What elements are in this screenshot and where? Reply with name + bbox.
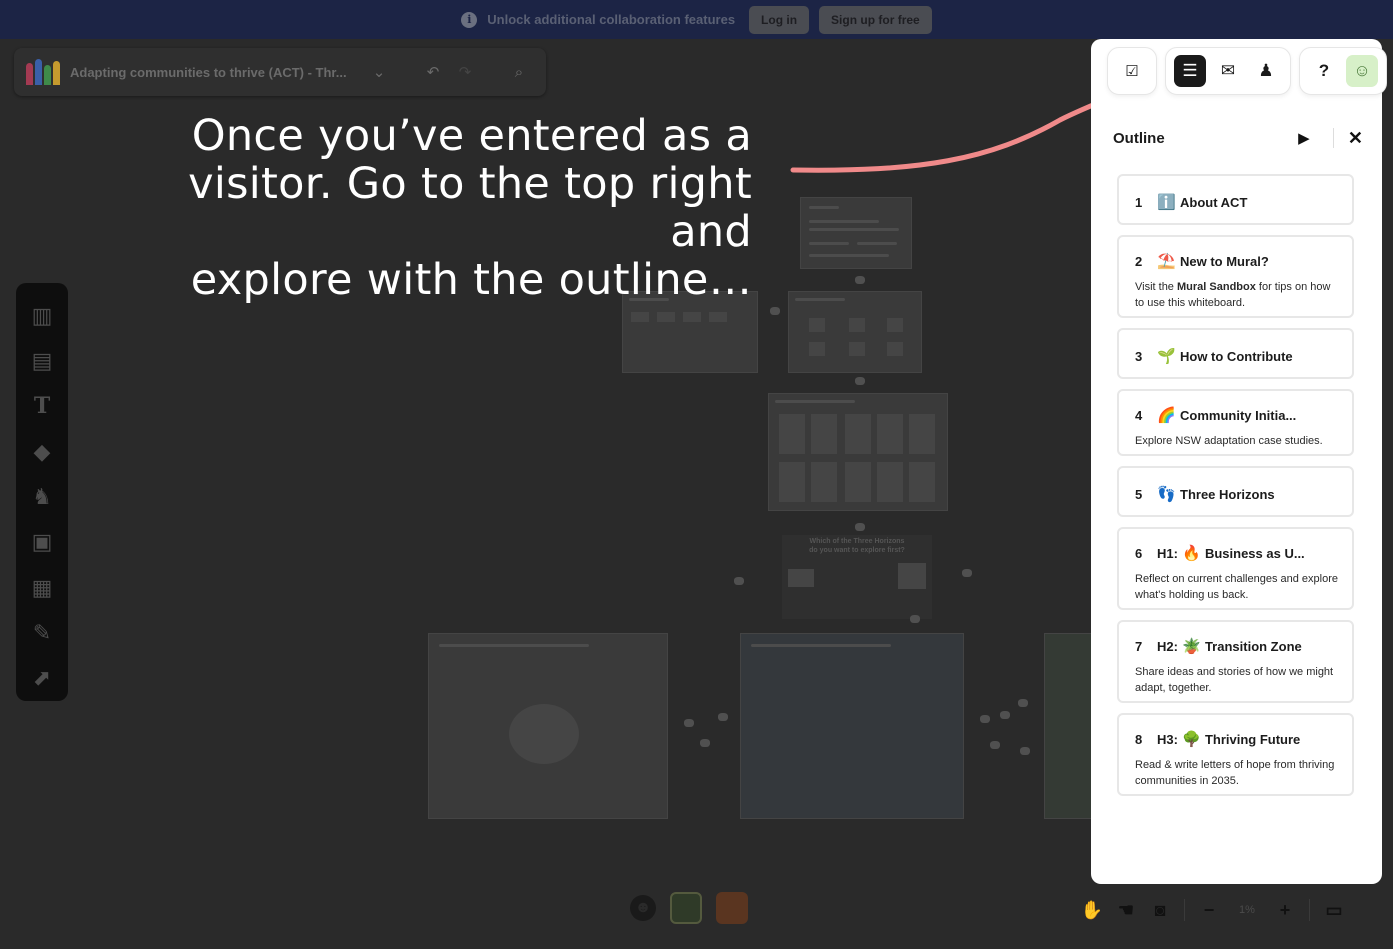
pen-icon[interactable]: ✎ <box>22 610 62 655</box>
chevron-down-icon[interactable]: ⌄ <box>368 63 390 81</box>
mural-title[interactable]: Adapting communities to thrive (ACT) - T… <box>70 65 358 80</box>
shapes-icon[interactable]: ◆ <box>22 429 62 474</box>
minimap-icon[interactable]: ▭ <box>1320 896 1348 924</box>
text-icon[interactable]: T <box>22 384 62 429</box>
panel-toolbar: ☑ ☰ ✉ ♟ ? ☺ <box>1107 47 1387 95</box>
avatar[interactable] <box>670 892 702 924</box>
outline-item[interactable]: 1 ℹ️ About ACT <box>1117 174 1354 225</box>
llama-icon[interactable]: ♞ <box>22 474 62 519</box>
close-icon[interactable]: ✕ <box>1348 128 1363 149</box>
outline-item[interactable]: 5 👣 Three Horizons <box>1117 466 1354 517</box>
redo-icon[interactable]: ↷ <box>454 63 476 81</box>
hand-icon[interactable]: ✋ <box>1078 896 1106 924</box>
map-icon[interactable]: ◙ <box>1146 896 1174 924</box>
outline-item[interactable]: 2 ⛱️ New to Mural? Visit the Mural Sandb… <box>1117 235 1354 318</box>
select-hand-icon[interactable]: ☚ <box>1112 896 1140 924</box>
comments-icon[interactable]: ✉ <box>1212 55 1244 87</box>
left-toolbar: ▥ ▤ T ◆ ♞ ▣ ▦ ✎ ⬈ <box>16 283 68 701</box>
outline-item[interactable]: 7 H2: 🪴 Transition Zone Share ideas and … <box>1117 620 1354 703</box>
panel-title: Outline <box>1113 129 1165 147</box>
rainbow-icon: 🌈 <box>1157 407 1176 424</box>
outline-icon[interactable]: ☰ <box>1174 55 1206 87</box>
tree-icon: 🌳 <box>1181 731 1201 748</box>
zoom-out-icon[interactable]: − <box>1195 896 1223 924</box>
zoom-level[interactable]: 1% <box>1229 904 1265 916</box>
user-icon[interactable]: ♟ <box>1250 55 1282 87</box>
seedling-icon: 🌱 <box>1157 348 1176 365</box>
board-welcome <box>800 197 912 269</box>
panel-header: Outline ▶ ✕ <box>1113 127 1363 149</box>
outline-item[interactable]: 8 H3: 🌳 Thriving Future Read & write let… <box>1117 713 1354 796</box>
checkbox-icon[interactable]: ☑ <box>1116 55 1148 87</box>
table-icon[interactable]: ▦ <box>22 565 62 610</box>
login-button[interactable]: Log in <box>749 5 810 34</box>
fire-icon: 🔥 <box>1181 545 1201 562</box>
mural-title-bar: Adapting communities to thrive (ACT) - T… <box>14 48 546 96</box>
signup-button[interactable]: Sign up for free <box>819 5 932 34</box>
image-icon[interactable]: ▣ <box>22 520 62 565</box>
search-icon[interactable]: ⌕ <box>508 64 530 81</box>
banner-text: Unlock additional collaboration features <box>487 12 736 27</box>
bottom-collaborators: ☻ <box>630 892 748 924</box>
sticky-note-icon[interactable]: ▤ <box>22 338 62 383</box>
help-icon[interactable]: ? <box>1308 55 1340 87</box>
mural-logo-icon[interactable] <box>26 59 60 85</box>
upgrade-banner: i Unlock additional collaboration featur… <box>0 0 1393 39</box>
zoom-controls: ✋ ☚ ◙ − 1% + ▭ <box>1078 896 1348 924</box>
outline-item[interactable]: 3 🌱 How to Contribute <box>1117 328 1354 379</box>
undo-icon[interactable]: ↶ <box>422 63 444 81</box>
outline-panel: ☑ ☰ ✉ ♟ ? ☺ Outline ▶ ✕ 1 ℹ️ About ACT 2… <box>1091 39 1387 884</box>
import-icon[interactable]: ⬈ <box>22 656 62 701</box>
avatar[interactable]: ☺ <box>1346 55 1378 87</box>
canvas-text-horizons: Which of the Three Horizons do you want … <box>809 538 905 554</box>
outline-list: 1 ℹ️ About ACT 2 ⛱️ New to Mural? Visit … <box>1117 174 1354 806</box>
beach-umbrella-icon: ⛱️ <box>1157 253 1176 270</box>
present-icon[interactable]: ▶ <box>1293 127 1315 149</box>
instruction-callout: Once you’ve entered as a visitor. Go to … <box>188 111 752 305</box>
layout-icon[interactable]: ▥ <box>22 293 62 338</box>
info-icon: ℹ️ <box>1157 194 1176 211</box>
outline-item[interactable]: 6 H1: 🔥 Business as U... Reflect on curr… <box>1117 527 1354 610</box>
reaction-emoji-icon[interactable]: ☻ <box>630 895 656 921</box>
zoom-in-icon[interactable]: + <box>1271 896 1299 924</box>
sandbox-link[interactable]: Mural Sandbox <box>1177 281 1256 293</box>
footprints-icon: 👣 <box>1157 486 1176 503</box>
info-icon: i <box>461 11 478 28</box>
avatar[interactable] <box>716 892 748 924</box>
potted-plant-icon: 🪴 <box>1181 638 1201 655</box>
outline-item[interactable]: 4 🌈 Community Initia... Explore NSW adap… <box>1117 389 1354 456</box>
